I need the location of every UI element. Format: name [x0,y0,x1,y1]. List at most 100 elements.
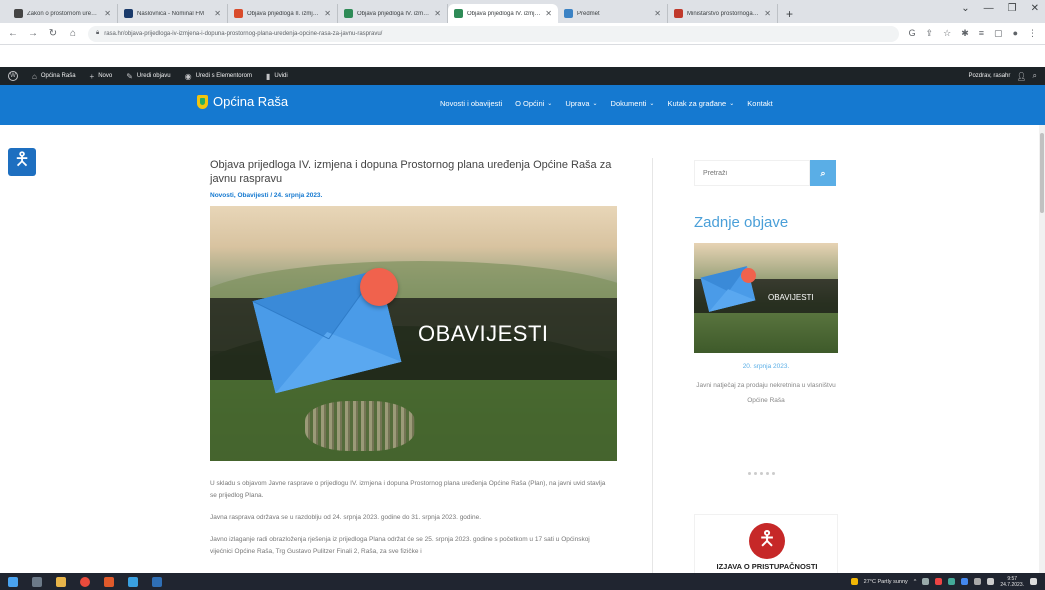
file-explorer-icon[interactable] [56,576,66,587]
close-icon[interactable]: ✕ [1031,3,1039,14]
close-tab-icon[interactable]: ✕ [654,9,661,18]
pencil-icon: ✎ [126,71,133,81]
url-field[interactable]: 🔒︎ rasa.hr/objava-prijedloga-iv-izmjena-… [88,25,899,42]
volume-icon[interactable] [987,578,995,585]
notifications-icon[interactable] [1030,578,1037,585]
profile-icon[interactable]: ● [1013,28,1018,39]
recent-post-date[interactable]: 20. srpnja 2023. [694,363,838,370]
windows-start-icon[interactable] [8,576,18,587]
back-icon[interactable]: ← [8,28,18,39]
reload-icon[interactable]: ↻ [48,28,58,39]
post-title: Objava prijedloga IV. izmjena i dopuna P… [210,159,612,185]
search-icon[interactable]: ⌕ [1033,71,1037,81]
browser-tab[interactable]: Objava prijedloga IV. izmjena i d... ✕ [338,4,448,23]
wp-site-label: Općina Raša [40,73,76,79]
menu-item-label: Novosti i obavijesti [440,99,503,108]
site-brand-name: Općina Raša [213,94,289,109]
elementor-icon: ◉ [184,71,192,81]
toolbar-icons: G ⇪ ☆ ✱ ≡ ▢ ● ⋮ [909,28,1037,39]
wp-elementor-label: Uredi s Elementorom [195,73,252,79]
menu-item[interactable]: Dokumenti ⌄ [611,99,655,108]
wp-elementor-link[interactable]: ◉ Uredi s Elementorom [185,72,252,81]
post-paragraph: Javno izlaganje radi obrazloženja rješen… [210,536,590,555]
site-logo[interactable]: Općina Raša [197,94,288,109]
forward-icon[interactable]: → [28,28,38,39]
share-icon[interactable]: ⇪ [926,28,934,39]
wp-site-link[interactable]: ⌂ Općina Raša [32,72,76,81]
sidepanel-icon[interactable]: ▢ [994,28,1003,39]
user-icon: 👤︎ [1016,71,1027,81]
browser-tab[interactable]: Zakon o prostornom uređenju ✕ [8,4,118,23]
browser-tab-title: Objava prijedloga IV. izmjena i d... [357,10,430,17]
favicon-icon [454,9,463,18]
weather-icon [850,578,858,585]
menu-item[interactable]: Uprava ⌄ [565,99,597,108]
browser-tab[interactable]: Objava prijedloga II. izmjena i d... ✕ [228,4,338,23]
chrome-icon[interactable] [80,576,90,587]
accessibility-toggle-button[interactable]: 🯅 [8,148,36,176]
brave-icon[interactable] [104,576,114,587]
tray-app-icon[interactable] [935,578,943,585]
star-icon[interactable]: ☆ [943,28,951,39]
task-view-icon[interactable] [32,576,42,587]
wp-insights-link[interactable]: ▮ Uvidi [266,72,288,81]
weather-text[interactable]: 27°C Partly sunny [864,579,908,585]
reading-list-icon[interactable]: ≡ [979,28,984,39]
wp-edit-link[interactable]: ✎ Uredi objavu [126,72,170,81]
post-meta[interactable]: Novosti, Obavijesti / 24. srpnja 2023. [210,192,620,199]
tray-app-icon[interactable] [948,578,956,585]
menu-item[interactable]: Novosti i obavijesti [440,99,502,108]
chevron-down-icon[interactable]: ⌄ [961,3,969,14]
clock[interactable]: 9:57 24.7.2023. [1000,576,1024,588]
search-button[interactable]: ⌕ [810,160,836,186]
plus-icon: + [89,71,95,81]
google-icon[interactable]: G [909,28,916,39]
close-tab-icon[interactable]: ✕ [104,9,111,18]
menu-item[interactable]: Kontakt [747,99,772,108]
carousel-dot[interactable] [754,472,757,475]
accessibility-statement-label: IZJAVA O PRISTUPAČNOSTI [716,562,818,571]
wp-new-link[interactable]: + Novo [90,72,113,81]
post-paragraph: Javna rasprava održava se u razdoblju od… [210,514,482,521]
new-tab-button[interactable]: + [778,4,801,23]
wordpress-icon[interactable]: W [8,71,18,81]
accessibility-statement-card[interactable]: 🯅 IZJAVA O PRISTUPAČNOSTI [694,514,838,574]
close-tab-icon[interactable]: ✕ [214,9,221,18]
clock-date: 24.7.2023. [1000,581,1024,588]
browser-tab[interactable]: Ministarstvo prostornoga uređ... ✕ [668,4,778,23]
network-icon[interactable] [974,578,982,585]
carousel-dot[interactable] [760,472,763,475]
browser-tab[interactable]: Naslovnica - Nominal FM ✕ [118,4,228,23]
minimize-icon[interactable]: — [984,3,994,14]
wp-account[interactable]: Pozdrav, rasahr 👤︎ ⌕ [968,71,1037,81]
browser-tab[interactable]: Objava prijedloga IV. izmjena i d...✕ [448,4,558,23]
recent-post-thumbnail[interactable]: OBAVIJESTI [694,243,838,353]
extension-icon[interactable]: ✱ [961,28,969,39]
menu-item[interactable]: O Općini ⌄ [515,99,552,108]
carousel-dot[interactable] [772,472,775,475]
tray-app-icon[interactable] [922,578,930,585]
page-scrollbar[interactable] [1039,125,1045,573]
wp-admin-bar: W ⌂ Općina Raša + Novo ✎ Uredi objavu ◉ … [0,67,1045,85]
menu-item-label: Dokumenti [610,99,647,108]
chevron-up-icon[interactable]: ^ [914,579,917,585]
close-tab-icon[interactable]: ✕ [764,9,771,18]
app-icon[interactable] [128,576,138,587]
browser-tab[interactable]: Predmet ✕ [558,4,668,23]
close-tab-icon[interactable]: ✕ [324,9,331,18]
outlook-icon[interactable] [152,576,162,587]
scrollbar-thumb[interactable] [1040,133,1044,213]
menu-item[interactable]: Kutak za građane ⌄ [667,99,734,108]
restore-icon[interactable]: ❐ [1008,3,1017,14]
carousel-dot[interactable] [766,472,769,475]
close-tab-icon[interactable]: ✕ [434,9,441,18]
recent-post-excerpt[interactable]: Javni natječaj za prodaju nekretnina u v… [694,378,838,408]
close-tab-icon[interactable]: ✕ [545,9,552,18]
search-input[interactable] [694,160,810,186]
carousel-dot[interactable] [748,472,751,475]
menu-icon[interactable]: ⋮ [1028,28,1037,39]
tray-app-icon[interactable] [961,578,969,585]
carousel-dots[interactable] [748,472,775,475]
favicon-icon [234,9,243,18]
home-icon[interactable]: ⌂ [68,28,78,39]
